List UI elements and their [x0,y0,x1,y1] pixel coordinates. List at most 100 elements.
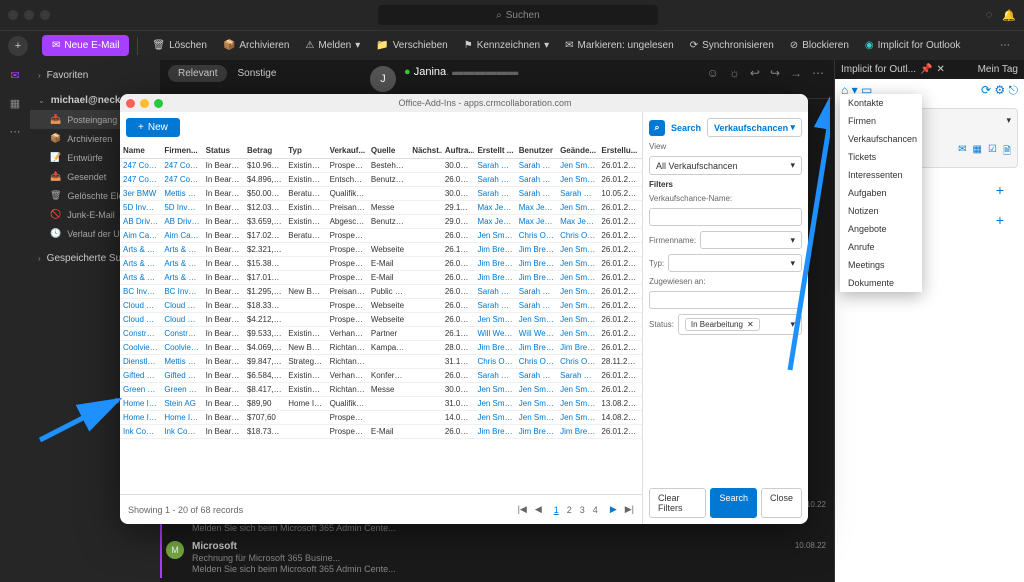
dropdown-item[interactable]: Kontakte [840,94,922,112]
reply-icon[interactable]: ↩ [750,66,760,80]
move-button[interactable]: 📁Verschieben [370,36,454,55]
firm-filter-select[interactable]: ▾ [700,231,802,249]
new-item-button[interactable]: + [8,36,28,56]
smile-icon[interactable]: ☺ [707,66,719,80]
more-rail-icon[interactable]: ⋯ [6,122,24,140]
add-button[interactable]: + [992,212,1008,228]
archive-button[interactable]: 📦Archivieren [217,36,295,55]
table-row[interactable]: Green Tra...Green Tra...In Bearbeitun$8.… [120,383,642,397]
note-icon[interactable]: 🗎 [1003,144,1011,161]
favorites-header[interactable]: ›Favoriten [30,66,160,85]
view-select[interactable]: All Verkaufschancen▾ [649,156,802,175]
window-controls[interactable] [8,10,50,20]
remove-chip-icon[interactable]: ✕ [747,320,754,329]
close-icon[interactable]: ✕ [936,64,944,75]
calendar-rail-icon[interactable]: ▦ [6,94,24,112]
table-row[interactable]: Aim Capi...Aim Capi...In Bearbeitun$17.0… [120,229,642,243]
column-header[interactable]: Typ [285,143,326,159]
reply-all-icon[interactable]: ↪ [770,66,780,80]
dropdown-item[interactable]: Meetings [840,256,922,274]
modal-window-controls[interactable] [126,99,163,108]
sync-button[interactable]: ⟳Synchronisieren [684,36,780,55]
column-header[interactable]: Benutzer [516,143,557,159]
entity-select[interactable]: Verkaufschancen▾ [707,118,802,137]
table-row[interactable]: 5D Invest...5D Invest...In Bearbeitun$12… [120,201,642,215]
clear-filters-button[interactable]: Clear Filters [649,488,706,518]
name-filter-input[interactable] [649,208,802,226]
tab-relevant[interactable]: Relevant [168,65,227,82]
new-email-button[interactable]: ✉ Neue E-Mail [42,35,129,56]
mail-icon[interactable]: ✉ [958,144,966,161]
new-record-button[interactable]: +New [126,118,180,137]
table-row[interactable]: 3er BMWMettis G...In Bearbeitun$50.000,0… [120,187,642,201]
table-row[interactable]: Arts & Cr...Arts & Cr...In Bearbeitun$17… [120,271,642,285]
table-row[interactable]: BC Invest...BC Invest...In Bearbeitun$1.… [120,285,642,299]
close-button[interactable]: Close [761,488,802,518]
dropdown-item[interactable]: Dokumente [840,274,922,292]
global-search-input[interactable]: ⌕ Suchen [378,5,658,25]
mark-unread-button[interactable]: ✉Markieren: ungelesen [559,36,680,55]
mail-rail-icon[interactable]: ✉ [6,66,24,84]
table-row[interactable]: Arts & Cr...Arts & Cr...In Bearbeitun$15… [120,257,642,271]
prev-page-icon[interactable]: ◀ [535,504,542,515]
column-header[interactable]: Geände... [557,143,598,159]
page-number[interactable]: 3 [580,505,585,515]
search-button[interactable]: Search [710,488,757,518]
gear-icon[interactable]: ⚙ [994,83,1005,97]
table-row[interactable]: Constrata...Constrata...In Bearbeitun$9.… [120,327,642,341]
lightbulb-icon[interactable]: ◌ [986,9,993,22]
dropdown-item[interactable]: Aufgaben [840,184,922,202]
chevron-down-icon[interactable]: ▾ [1006,115,1011,126]
refresh-icon[interactable]: ⟳ [981,83,991,97]
dropdown-item[interactable]: Angebote [840,220,922,238]
column-header[interactable]: Erstellt ... [474,143,515,159]
assigned-filter-input[interactable] [649,291,802,309]
column-header[interactable]: Erstellu... [598,143,642,159]
calendar-icon[interactable]: ▦ [973,144,982,161]
my-tag-label[interactable]: Mein Tag [978,64,1018,75]
column-header[interactable]: Firmen... [161,143,202,159]
table-row[interactable]: Gifted H...Gifted H...In Bearbeitun$6.58… [120,369,642,383]
page-number[interactable]: 4 [593,505,598,515]
status-filter-select[interactable]: In Bearbeitung ✕▾ [678,314,802,335]
logout-icon[interactable]: ⎋ [1009,83,1019,97]
table-row[interactable]: 247 Couri...247 Couri...In Bearbeitun$10… [120,159,642,173]
report-button[interactable]: ⚠Melden▾ [299,36,366,55]
sun-icon[interactable]: ☼ [729,66,740,80]
add-button[interactable]: + [992,182,1008,198]
table-row[interactable]: Coolview ...Coolview...In Bearbeitun$4.0… [120,341,642,355]
next-page-icon[interactable]: ▶ [610,504,617,515]
column-header[interactable]: Nächst... [409,143,442,159]
first-page-icon[interactable]: |◀ [518,504,527,515]
block-button[interactable]: ⊘Blockieren [784,36,855,55]
last-page-icon[interactable]: ▶| [625,504,634,515]
dropdown-item[interactable]: Interessenten [840,166,922,184]
dropdown-item[interactable]: Tickets [840,148,922,166]
tab-other[interactable]: Sonstige [231,64,282,83]
task-icon[interactable]: ☑ [988,144,997,161]
delete-button[interactable]: 🗑Löschen [146,36,213,55]
flag-button[interactable]: ⚑Kennzeichnen▾ [458,36,555,55]
table-row[interactable]: 247 Couri...247 Couri...In Bearbeitun$4.… [120,173,642,187]
table-row[interactable]: Dienstleis...Mettis G...In Bearbeitun$9.… [120,355,642,369]
dropdown-item[interactable]: Verkaufschancen [840,130,922,148]
type-filter-select[interactable]: ▾ [668,254,802,272]
bell-icon[interactable]: 🔔 [1002,9,1016,22]
table-row[interactable]: AB Driver...AB Driver...In Bearbeitun$3.… [120,215,642,229]
page-number[interactable]: 2 [567,505,572,515]
column-header[interactable]: Verkauf... [327,143,368,159]
dropdown-item[interactable]: Notizen [840,202,922,220]
column-header[interactable]: Betrag [244,143,285,159]
column-header[interactable]: Quelle [368,143,409,159]
implicit-addin-button[interactable]: ◉Implicit for Outlook [859,36,967,55]
table-row[interactable]: Home Int...Stein AGIn Bearbeitun$89,90Ho… [120,397,642,411]
email-list-item[interactable]: M Microsoft Rechnung für Microsoft 365 B… [160,537,834,578]
more-icon[interactable]: ⋯ [812,66,824,80]
pager[interactable]: |◀ ◀ 1234 ▶ ▶| [518,504,634,515]
table-row[interactable]: Ink Congl...Ink Congl...In Bearbeitun$18… [120,425,642,439]
column-header[interactable]: Status [203,143,244,159]
dropdown-item[interactable]: Firmen [840,112,922,130]
dropdown-item[interactable]: Anrufe [840,238,922,256]
table-row[interactable]: Cloud Co...Cloud Co...In Bearbeitun$4.21… [120,313,642,327]
more-button[interactable]: ⋯ [994,36,1016,55]
